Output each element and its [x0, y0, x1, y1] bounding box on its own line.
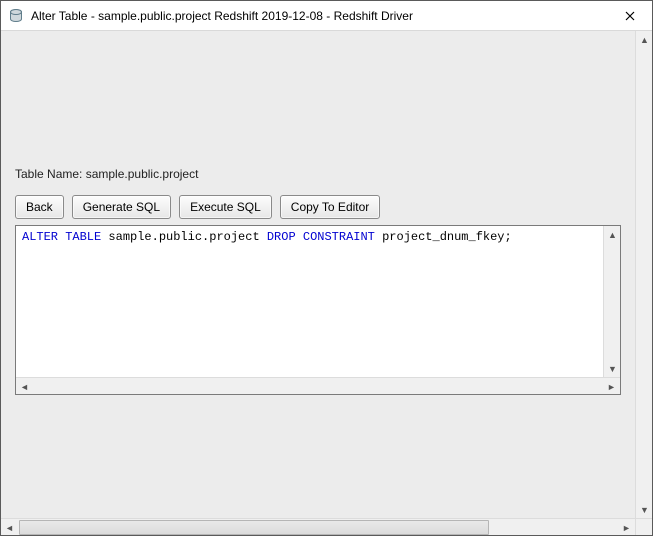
scroll-right-icon[interactable]: ► — [603, 378, 620, 395]
client-area: Table Name: sample.public.project Back G… — [1, 31, 652, 535]
sql-text[interactable]: ALTER TABLE sample.public.project DROP C… — [16, 226, 603, 377]
action-button-row: Back Generate SQL Execute SQL Copy To Ed… — [15, 195, 621, 219]
scrollbar-thumb[interactable] — [19, 520, 489, 535]
sql-editor[interactable]: ALTER TABLE sample.public.project DROP C… — [15, 225, 621, 395]
scroll-up-icon[interactable]: ▲ — [636, 31, 653, 48]
window-title: Alter Table - sample.public.project Reds… — [31, 9, 607, 23]
outer-vertical-scrollbar[interactable]: ▲ ▼ — [635, 31, 652, 518]
sql-vertical-scrollbar[interactable]: ▲ ▼ — [603, 226, 620, 377]
copy-to-editor-button[interactable]: Copy To Editor — [280, 195, 381, 219]
scroll-left-icon[interactable]: ◄ — [16, 378, 33, 395]
execute-sql-button[interactable]: Execute SQL — [179, 195, 272, 219]
content-area: Table Name: sample.public.project Back G… — [1, 31, 635, 518]
back-button[interactable]: Back — [15, 195, 64, 219]
sql-token: sample.public.project — [101, 230, 267, 244]
app-window: Alter Table - sample.public.project Reds… — [0, 0, 653, 536]
scrollbar-corner — [635, 518, 652, 535]
sql-token: project_dnum_fkey; — [375, 230, 512, 244]
sql-keyword: DROP CONSTRAINT — [267, 230, 375, 244]
scroll-up-icon[interactable]: ▲ — [604, 226, 621, 243]
app-icon — [7, 7, 25, 25]
generate-sql-button[interactable]: Generate SQL — [72, 195, 171, 219]
outer-horizontal-scrollbar[interactable]: ◄ ► — [1, 518, 635, 535]
scroll-left-icon[interactable]: ◄ — [1, 519, 18, 536]
table-name-label: Table Name: sample.public.project — [15, 167, 621, 181]
window-close-button[interactable] — [607, 1, 652, 30]
titlebar: Alter Table - sample.public.project Reds… — [1, 1, 652, 31]
scroll-down-icon[interactable]: ▼ — [604, 360, 621, 377]
scroll-right-icon[interactable]: ► — [618, 519, 635, 536]
sql-horizontal-scrollbar[interactable]: ◄ ► — [16, 377, 620, 394]
scroll-down-icon[interactable]: ▼ — [636, 501, 653, 518]
sql-keyword: ALTER TABLE — [22, 230, 101, 244]
